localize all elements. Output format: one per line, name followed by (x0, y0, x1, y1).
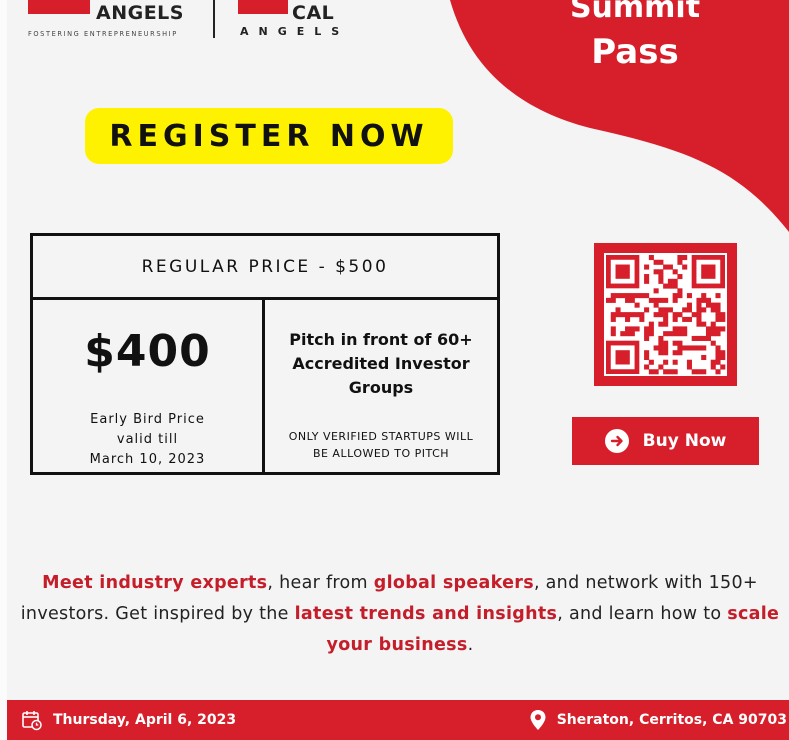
pitch-note: ONLY VERIFIED STARTUPS WILL BE ALLOWED T… (265, 428, 497, 462)
hero-title: Summit Pass (520, 0, 750, 72)
event-location: Sheraton, Cerritos, CA 90703 (529, 709, 787, 731)
event-date: Thursday, April 6, 2023 (21, 709, 236, 731)
early-bird-description: Early Bird Price valid till March 10, 20… (33, 410, 262, 470)
logo-mark-icon (28, 0, 90, 14)
early-desc-line: March 10, 2023 (89, 452, 206, 467)
arrow-circle-right-icon (604, 429, 629, 453)
early-bird-panel: $400 Early Bird Price valid till March 1… (33, 300, 265, 472)
event-date-text: Thursday, April 6, 2023 (53, 712, 237, 728)
tagline-text: , and learn how to (557, 604, 728, 624)
pitch-line: Pitch in front of 60+ (289, 330, 473, 349)
buy-now-label: Buy Now (642, 431, 727, 451)
left-edge-strip (0, 0, 7, 740)
cal-angels-logo: CAL ANGELS (238, 0, 378, 42)
tagline-highlight: Meet industry experts (42, 573, 268, 593)
register-now-button[interactable]: REGISTER NOW (85, 108, 453, 164)
pitch-note-line: BE ALLOWED TO PITCH (312, 447, 450, 460)
hero-line-2: Pass (591, 32, 679, 72)
pitch-note-line: ONLY VERIFIED STARTUPS WILL (288, 430, 474, 443)
tagline-highlight: global speakers (373, 573, 534, 593)
logo-tagline: FOSTERING ENTREPRENEURSHIP (28, 30, 178, 38)
logo-word: ANGELS (96, 2, 184, 24)
qr-code-icon[interactable] (594, 243, 737, 386)
tagline-text: . (467, 635, 474, 655)
pricing-box: REGULAR PRICE - $500 $400 Early Bird Pri… (30, 233, 500, 475)
map-pin-icon (530, 710, 546, 730)
early-desc-line: Early Bird Price (90, 412, 205, 427)
pitch-title: Pitch in front of 60+ Accredited Investo… (265, 328, 497, 400)
tagline-highlight: latest trends and insights (294, 604, 558, 624)
logo-divider (213, 0, 215, 38)
logo-subtitle: ANGELS (240, 25, 350, 38)
logo-mark-icon (238, 0, 288, 14)
pitch-line: Groups (348, 378, 414, 397)
angels-logo: ANGELS FOSTERING ENTREPRENEURSHIP (28, 0, 198, 42)
tagline-text: , hear from (267, 573, 374, 593)
event-footer: Thursday, April 6, 2023 Sheraton, Cerrit… (7, 700, 789, 740)
event-tagline: Meet industry experts, hear from global … (20, 568, 780, 661)
buy-now-button[interactable]: Buy Now (572, 417, 759, 465)
logo-word: CAL (292, 2, 335, 24)
hero-line-1: Summit (569, 0, 701, 25)
event-location-text: Sheraton, Cerritos, CA 90703 (556, 712, 787, 728)
pitch-panel: Pitch in front of 60+ Accredited Investo… (265, 300, 497, 472)
early-desc-line: valid till (116, 432, 179, 447)
pitch-line: Accredited Investor (292, 354, 470, 373)
calendar-clock-icon (22, 711, 42, 731)
regular-price: REGULAR PRICE - $500 (33, 236, 497, 300)
early-bird-price: $400 (84, 326, 211, 377)
